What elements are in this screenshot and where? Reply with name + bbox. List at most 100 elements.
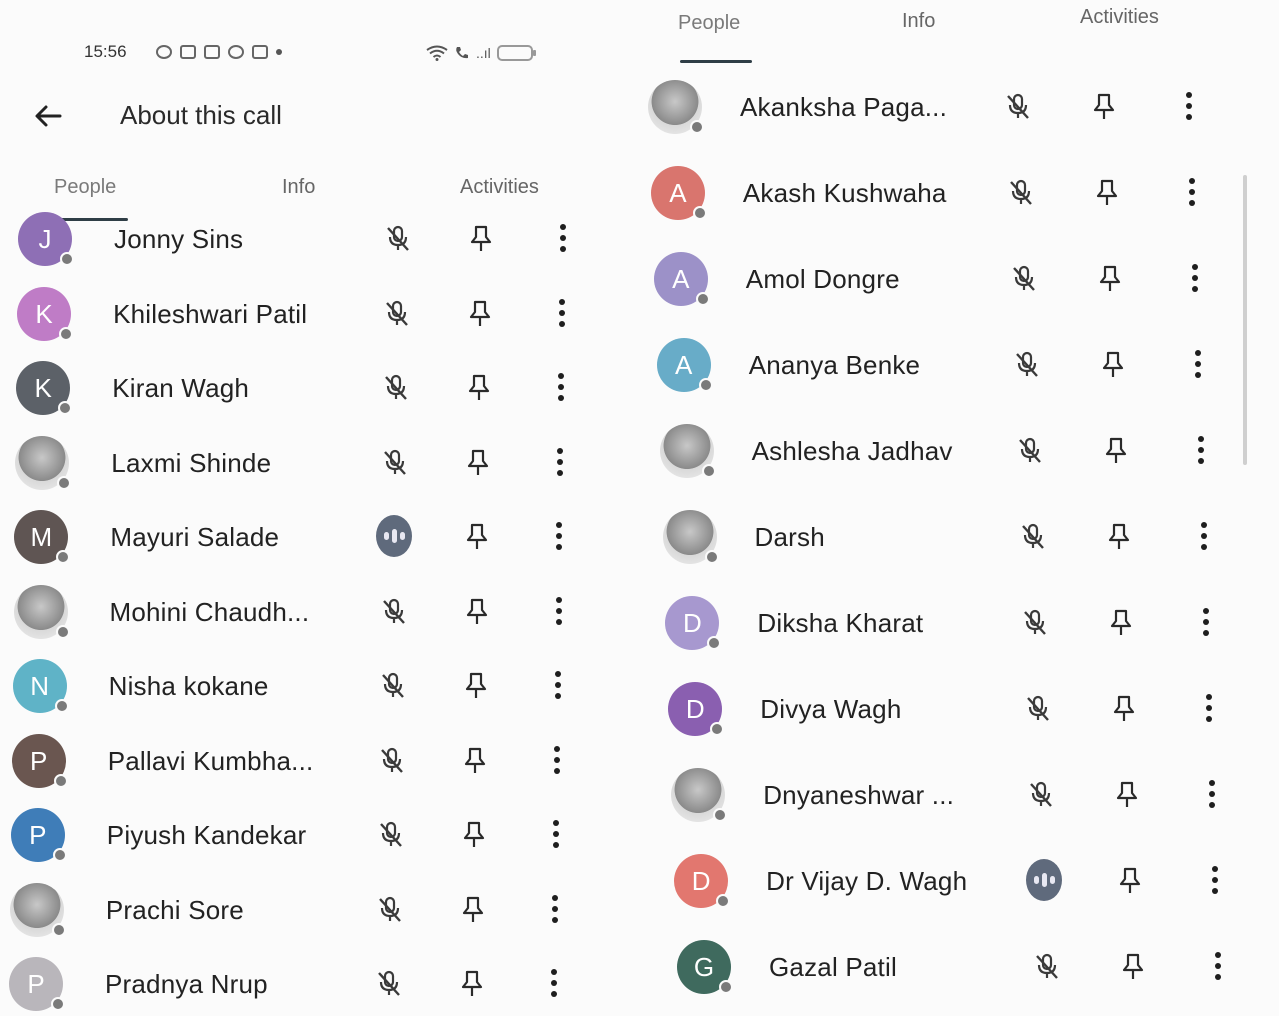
more-options-icon[interactable]: [1200, 948, 1236, 984]
participant-name: Mohini Chaudh...: [109, 596, 310, 627]
more-options-icon[interactable]: [1177, 260, 1213, 296]
mic-off-icon: [1009, 346, 1045, 382]
participant-row[interactable]: A Akash Kushwaha: [650, 166, 1251, 230]
more-options-icon[interactable]: [1174, 174, 1210, 210]
left-screenshot-panel: 15:56 ..ıl About this call People Info A…: [0, 0, 636, 1016]
tab-info[interactable]: Info: [282, 176, 315, 199]
pin-icon[interactable]: [457, 742, 493, 778]
mic-off-icon: [1006, 260, 1042, 296]
more-options-icon[interactable]: [1171, 88, 1207, 124]
pin-icon[interactable]: [458, 667, 494, 703]
tab-activities[interactable]: Activities: [460, 176, 539, 199]
call-icon: [456, 47, 468, 59]
more-options-icon[interactable]: [537, 891, 573, 927]
more-options-icon[interactable]: [1180, 346, 1216, 382]
more-options-icon[interactable]: [536, 965, 572, 1001]
more-options-icon[interactable]: [539, 742, 575, 778]
presence-dot-icon: [716, 894, 731, 908]
participant-row[interactable]: Mohini Chaudh...: [13, 584, 614, 649]
pin-icon[interactable]: [1109, 776, 1145, 812]
more-options-icon[interactable]: [1197, 862, 1233, 898]
participant-row[interactable]: A Ananya Benke: [656, 338, 1257, 402]
participant-row[interactable]: J Jonny Sins: [18, 212, 618, 276]
more-options-icon[interactable]: [541, 593, 577, 629]
more-options-icon[interactable]: [543, 369, 579, 405]
participant-row[interactable]: Laxmi Shinde: [15, 435, 615, 500]
participant-row[interactable]: M Mayuri Salade: [14, 510, 614, 574]
participant-row[interactable]: K Khileshwari Patil: [17, 286, 617, 351]
participant-row[interactable]: A Amol Dongre: [653, 252, 1254, 316]
pin-icon[interactable]: [456, 816, 492, 852]
sync-icon: [156, 45, 172, 59]
pin-icon[interactable]: [1106, 690, 1142, 726]
participant-row[interactable]: D Diksha Kharat: [665, 596, 1265, 660]
presence-dot-icon: [719, 980, 733, 994]
pin-icon[interactable]: [462, 295, 498, 331]
mic-off-icon: [374, 742, 410, 778]
more-options-icon[interactable]: [538, 816, 574, 852]
participant-name: Prachi Sore: [105, 894, 244, 925]
notification-icons: [156, 45, 282, 59]
participant-row[interactable]: Darsh: [662, 510, 1263, 574]
pin-icon[interactable]: [1103, 604, 1139, 640]
mic-off-icon: [379, 295, 415, 331]
more-options-icon[interactable]: [542, 444, 578, 480]
more-options-icon[interactable]: [1183, 432, 1219, 468]
participant-row[interactable]: P Pallavi Kumbha...: [11, 733, 612, 798]
participant-name: Khileshwari Patil: [113, 298, 308, 329]
participant-name: Jonny Sins: [114, 224, 244, 254]
participant-row[interactable]: G Gazal Patil: [677, 940, 1277, 1004]
participant-row[interactable]: P Piyush Kandekar: [10, 808, 611, 872]
more-options-icon[interactable]: [1191, 690, 1227, 726]
status-bar: 15:56 ..ıl: [84, 40, 564, 66]
more-options-icon[interactable]: [544, 295, 580, 331]
arrow-left-icon[interactable]: [30, 98, 66, 134]
pin-icon[interactable]: [461, 369, 497, 405]
mic-off-icon: [375, 667, 411, 703]
participant-row[interactable]: N Nisha kokane: [12, 659, 613, 723]
more-options-icon[interactable]: [545, 220, 581, 256]
more-options-icon[interactable]: [1188, 604, 1224, 640]
pin-icon[interactable]: [459, 518, 495, 554]
pin-icon[interactable]: [1089, 174, 1125, 210]
more-options-icon[interactable]: [1186, 518, 1222, 554]
participant-row[interactable]: Prachi Sore: [9, 882, 610, 947]
pin-icon[interactable]: [460, 444, 496, 480]
pin-icon[interactable]: [454, 965, 490, 1001]
pin-icon[interactable]: [1092, 260, 1128, 296]
presence-dot-icon: [60, 252, 74, 266]
pin-icon[interactable]: [1115, 948, 1151, 984]
mic-off-icon: [373, 816, 409, 852]
presence-dot-icon: [52, 848, 67, 862]
participant-name: Ashlesha Jadhav: [751, 436, 953, 466]
more-options-icon[interactable]: [541, 518, 577, 554]
participant-row[interactable]: D Divya Wagh: [668, 682, 1268, 746]
scrollbar[interactable]: [1243, 175, 1247, 465]
pin-icon[interactable]: [1095, 346, 1131, 382]
participant-row[interactable]: Dnyaneshwar ...: [671, 768, 1271, 832]
tab-activities[interactable]: Activities: [1080, 6, 1159, 29]
more-notifications-dot-icon: [276, 49, 282, 55]
participant-row[interactable]: D Dr Vijay D. Wagh: [674, 854, 1274, 918]
pin-icon[interactable]: [1098, 432, 1134, 468]
participant-row[interactable]: Akanksha Paga...: [648, 80, 1248, 144]
participant-name: Gazal Patil: [769, 952, 897, 982]
participant-name: Akanksha Paga...: [740, 92, 947, 122]
pin-icon[interactable]: [463, 220, 499, 256]
pin-icon[interactable]: [455, 891, 491, 927]
pin-icon[interactable]: [1101, 518, 1137, 554]
pin-icon[interactable]: [459, 593, 495, 629]
system-icons: ..ıl: [426, 45, 536, 61]
more-options-icon[interactable]: [540, 667, 576, 703]
participant-row[interactable]: P Pradnya Nrup: [9, 957, 609, 1016]
tab-people[interactable]: People: [54, 176, 116, 199]
pin-icon[interactable]: [1086, 88, 1122, 124]
tab-info[interactable]: Info: [902, 10, 935, 33]
more-options-icon[interactable]: [1194, 776, 1230, 812]
tab-people[interactable]: People: [678, 12, 740, 35]
pin-icon[interactable]: [1112, 862, 1148, 898]
presence-dot-icon: [690, 120, 704, 134]
participant-row[interactable]: K Kiran Wagh: [16, 361, 616, 425]
participant-name: Amol Dongre: [745, 264, 900, 294]
participant-row[interactable]: Ashlesha Jadhav: [659, 424, 1260, 488]
